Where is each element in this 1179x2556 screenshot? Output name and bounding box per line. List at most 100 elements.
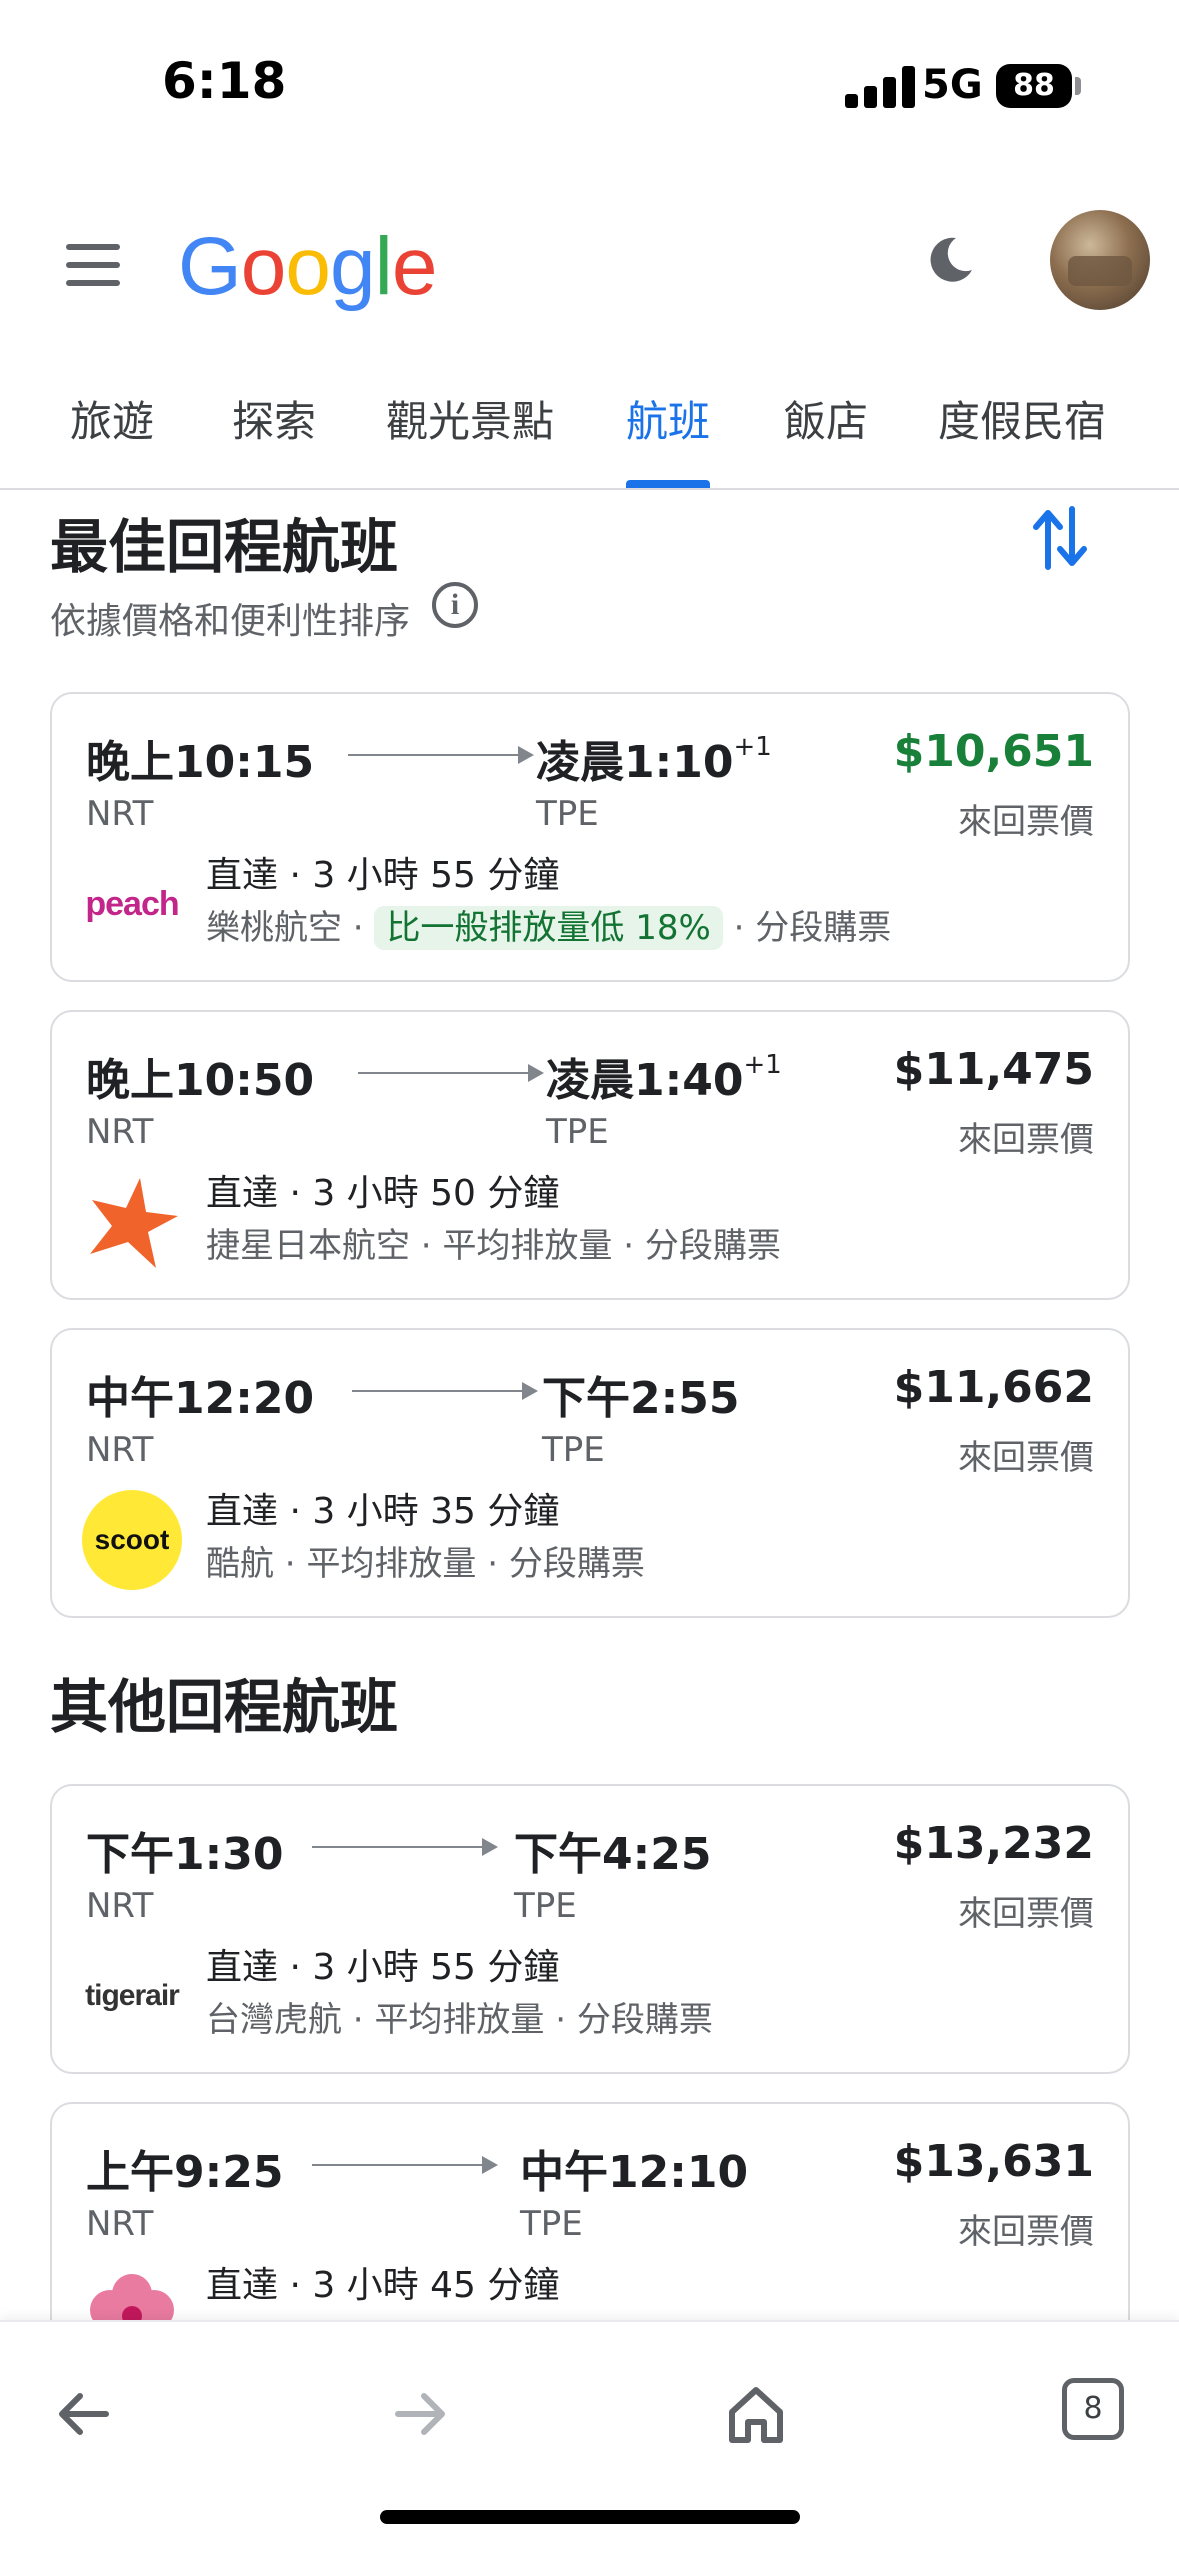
day-offset: +1: [743, 1050, 782, 1081]
active-tab-indicator: [626, 480, 710, 488]
home-indicator: [380, 2510, 800, 2524]
jetstar-star-icon: [90, 1178, 178, 1268]
departure-airport: NRT: [86, 1430, 154, 1470]
departure-time: 晚上10:15: [86, 737, 315, 788]
arrival-airport: TPE: [514, 1886, 577, 1926]
arrival-time: 中午12:10: [520, 2136, 748, 2200]
separator: ·: [612, 1226, 645, 1266]
emission-info: 平均排放量: [442, 1226, 613, 1266]
arrival-time: 凌晨1:40+1: [546, 1044, 782, 1108]
arrival-time-text: 凌晨1:10: [536, 737, 734, 788]
flight-arrow-icon: [312, 1838, 498, 1856]
booking-type: 分段購票: [576, 2000, 713, 2040]
dark-mode-icon[interactable]: [920, 230, 980, 290]
price: $11,662: [893, 1362, 1094, 1413]
best-flights-title: 最佳回程航班: [50, 513, 399, 581]
flight-arrow-icon: [312, 2156, 498, 2174]
arrival-airport: TPE: [542, 1430, 605, 1470]
sort-swap-icon[interactable]: [1030, 505, 1090, 571]
arrival-time: 凌晨1:10+1: [536, 726, 772, 790]
departure-airport: NRT: [86, 794, 154, 834]
flight-details: 酷航 · 平均排放量 · 分段購票: [206, 1536, 645, 1585]
tab-travel[interactable]: 旅遊: [70, 388, 154, 449]
google-logo[interactable]: Google: [178, 220, 438, 314]
airline-name: 捷星日本航空: [206, 1226, 410, 1266]
logo-letter: l: [374, 221, 393, 312]
tabs-count-button[interactable]: 8: [1062, 2378, 1124, 2440]
other-flights-title: 其他回程航班: [50, 1673, 399, 1741]
price-label: 來回票價: [958, 1438, 1094, 1478]
emission-info: 平均排放量: [306, 1544, 477, 1584]
avatar[interactable]: [1050, 210, 1150, 310]
flight-card[interactable]: 晚上10:50 凌晨1:40+1 NRT TPE $11,475 來回票價 直達 · 3 小…: [50, 1010, 1130, 1300]
departure-time: 中午12:20: [86, 1373, 315, 1424]
flight-duration: 直達 · 3 小時 55 分鐘: [206, 855, 560, 896]
category-tabs: 旅遊 探索 觀光景點 航班 飯店 度假民宿: [0, 360, 1179, 490]
departure-airport: NRT: [86, 1886, 154, 1926]
arrival-time: 下午2:55: [542, 1362, 739, 1426]
status-time: 6:18: [162, 52, 287, 110]
flight-duration: 直達 · 3 小時 35 分鐘: [206, 1491, 560, 1532]
logo-letter: o: [240, 221, 287, 312]
booking-type: 分段購票: [508, 1544, 645, 1584]
departure-airport: NRT: [86, 1112, 154, 1152]
price: $11,475: [893, 1044, 1094, 1095]
price: $10,651: [893, 726, 1094, 777]
logo-letter: o: [285, 221, 331, 312]
tab-explore[interactable]: 探索: [232, 388, 316, 449]
arrival-time: 下午4:25: [514, 1818, 711, 1882]
logo-letter: G: [178, 221, 242, 312]
battery-icon: 88: [996, 64, 1072, 108]
departure-time: 下午1:30: [86, 1829, 284, 1880]
arrival-airport: TPE: [520, 2204, 583, 2244]
menu-icon[interactable]: [62, 240, 126, 290]
price: $13,631: [893, 2136, 1094, 2187]
status-bar: 6:18 5G 88: [0, 0, 1179, 170]
forward-arrow-icon[interactable]: [384, 2378, 456, 2450]
best-flights-subtitle: 依據價格和便利性排序: [50, 601, 411, 642]
cellular-signal-icon: [845, 66, 917, 108]
emission-info: 平均排放量: [374, 2000, 545, 2040]
separator: ·: [410, 1226, 443, 1266]
home-icon[interactable]: [720, 2378, 792, 2450]
flight-card[interactable]: 中午12:20 下午2:55 NRT TPE $11,662 來回票價 scoot 直達 · …: [50, 1328, 1130, 1618]
airline-logo: tigerair: [85, 1979, 180, 2012]
airline-logo: scoot: [82, 1490, 182, 1590]
departure-time: 晚上10:50: [86, 1055, 315, 1106]
price-label: 來回票價: [958, 1894, 1094, 1934]
tab-flights[interactable]: 航班: [626, 388, 710, 449]
tab-hotels[interactable]: 飯店: [784, 388, 868, 449]
flight-duration: 直達 · 3 小時 45 分鐘: [206, 2265, 560, 2306]
airline-logo: peach: [85, 885, 179, 923]
booking-type: 分段購票: [644, 1226, 781, 1266]
tab-attractions[interactable]: 觀光景點: [386, 388, 554, 449]
arrival-airport: TPE: [546, 1112, 609, 1152]
day-offset: +1: [733, 732, 772, 763]
flight-details: 台灣虎航 · 平均排放量 · 分段購票: [206, 1992, 713, 2041]
booking-type: 分段購票: [755, 908, 892, 948]
separator: ·: [476, 1544, 509, 1584]
flight-duration: 直達 · 3 小時 55 分鐘: [206, 1947, 560, 1988]
arrival-time-text: 下午4:25: [514, 1829, 712, 1880]
app-header: Google: [0, 200, 1179, 330]
battery-tip: [1075, 77, 1081, 95]
back-arrow-icon[interactable]: [48, 2378, 120, 2450]
scoot-logo: scoot: [82, 1490, 182, 1590]
airline-logo: [82, 1172, 182, 1272]
arrival-time-text: 中午12:10: [520, 2147, 749, 2198]
network-type: 5G: [922, 62, 983, 108]
departure-time: 上午9:25: [86, 2147, 284, 2198]
tab-vacation-rentals[interactable]: 度假民宿: [938, 388, 1106, 449]
flight-card[interactable]: 下午1:30 下午4:25 NRT TPE $13,232 來回票價 tigerair 直達 …: [50, 1784, 1130, 2074]
info-icon[interactable]: i: [432, 582, 478, 628]
flight-arrow-icon: [352, 1382, 538, 1400]
departure-airport: NRT: [86, 2204, 154, 2244]
airline-name: 酷航: [206, 1544, 274, 1584]
logo-letter: g: [330, 221, 376, 312]
separator: ·: [722, 908, 756, 948]
separator: ·: [342, 2000, 375, 2040]
emission-info: 比一般排放量低 18%: [374, 906, 723, 950]
logo-letter: e: [391, 221, 438, 312]
flight-card[interactable]: 晚上10:15 凌晨1:10+1 NRT TPE $10,651 來回票價 peach 直達 …: [50, 692, 1130, 982]
price-label: 來回票價: [958, 2212, 1094, 2252]
